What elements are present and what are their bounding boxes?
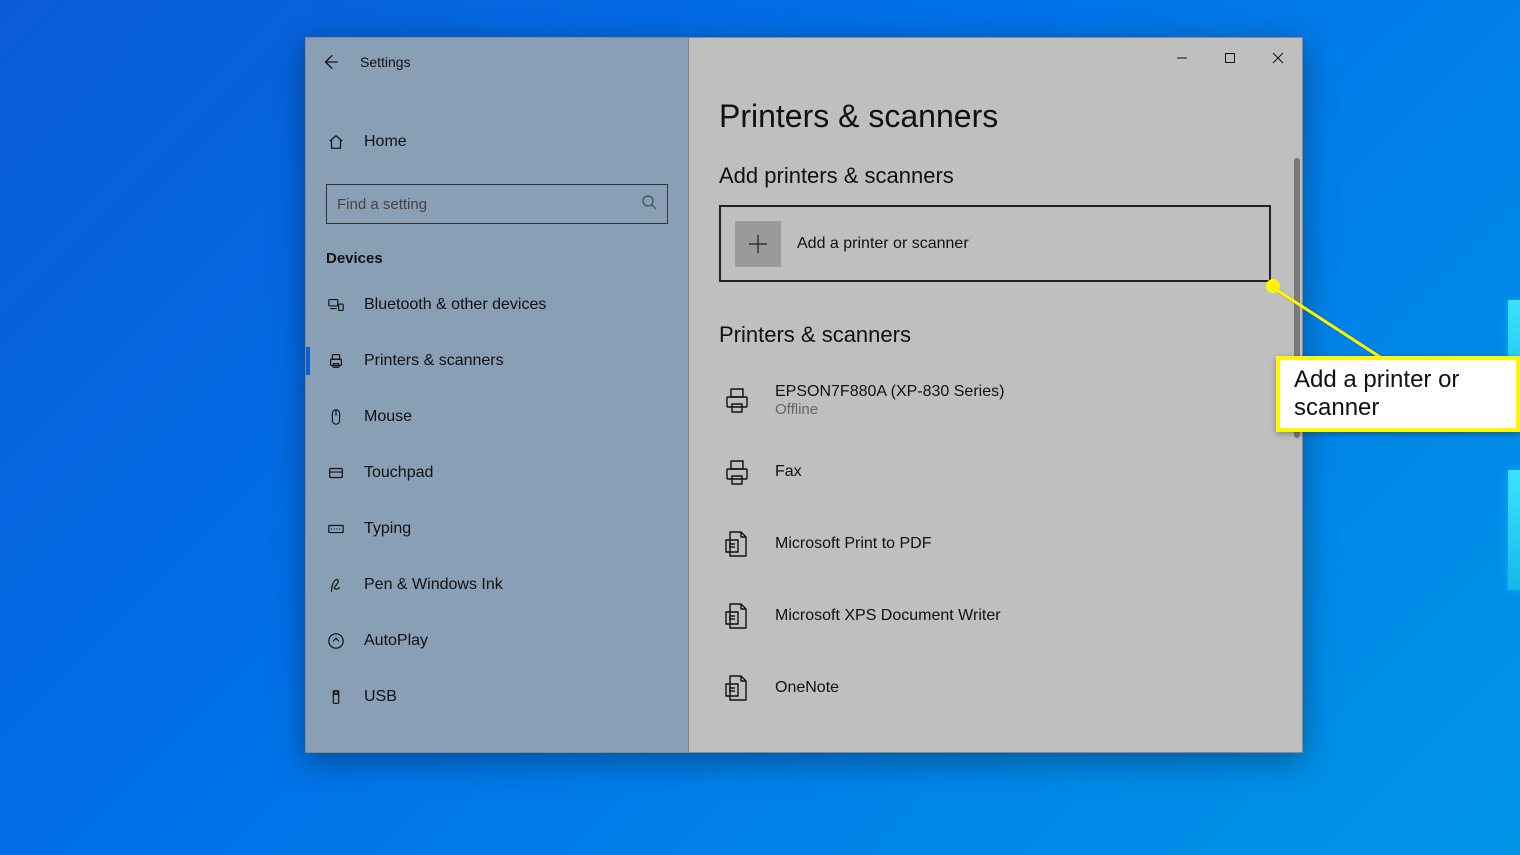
close-button[interactable] xyxy=(1254,38,1302,78)
settings-window: Settings Home Devices Bluetooth & other … xyxy=(305,37,1303,753)
sidebar-item-label: AutoPlay xyxy=(364,632,428,650)
titlebar: Settings xyxy=(306,38,688,86)
sidebar-item-usb[interactable]: USB xyxy=(306,669,688,725)
sidebar-item-printers-scanners[interactable]: Printers & scanners xyxy=(306,333,688,389)
window-controls xyxy=(1158,38,1302,78)
sidebar-item-mouse[interactable]: Mouse xyxy=(306,389,688,445)
search-icon xyxy=(641,194,657,215)
sidebar-item-label: Bluetooth & other devices xyxy=(364,296,546,314)
sidebar-item-icon xyxy=(326,408,346,426)
printer-icon xyxy=(719,385,755,415)
printer-status: Offline xyxy=(775,401,1004,418)
printer-item[interactable]: Microsoft XPS Document Writer xyxy=(719,580,1302,652)
sidebar-item-label: Typing xyxy=(364,520,411,538)
home-icon xyxy=(326,133,346,151)
sidebar-item-label: Pen & Windows Ink xyxy=(364,576,503,594)
nav-home[interactable]: Home xyxy=(306,118,688,166)
printers-section-header: Printers & scanners xyxy=(719,322,1302,348)
plus-icon xyxy=(735,221,781,267)
search-box[interactable] xyxy=(326,184,668,224)
sidebar-item-bluetooth-other-devices[interactable]: Bluetooth & other devices xyxy=(306,277,688,333)
sidebar-item-label: Mouse xyxy=(364,408,412,426)
printer-item[interactable]: OneNote xyxy=(719,652,1302,724)
printer-name: Fax xyxy=(775,463,802,481)
search-input[interactable] xyxy=(337,196,641,213)
callout-text: Add a printer or scanner xyxy=(1294,366,1459,421)
window-title: Settings xyxy=(360,54,411,70)
sidebar-item-pen-windows-ink[interactable]: Pen & Windows Ink xyxy=(306,557,688,613)
sidebar-item-icon xyxy=(326,352,346,370)
printer-icon xyxy=(719,457,755,487)
printer-name: EPSON7F880A (XP-830 Series) xyxy=(775,383,1004,401)
sidebar-item-touchpad[interactable]: Touchpad xyxy=(306,445,688,501)
page-title: Printers & scanners xyxy=(719,98,1302,135)
printer-item[interactable]: Fax xyxy=(719,436,1302,508)
content-pane: Printers & scanners Add printers & scann… xyxy=(689,38,1302,752)
document-icon xyxy=(719,529,755,559)
sidebar-item-icon xyxy=(326,520,346,538)
maximize-button[interactable] xyxy=(1206,38,1254,78)
sidebar: Settings Home Devices Bluetooth & other … xyxy=(306,38,689,752)
sidebar-item-autoplay[interactable]: AutoPlay xyxy=(306,613,688,669)
document-icon xyxy=(719,673,755,703)
callout-box: Add a printer or scanner xyxy=(1276,356,1520,432)
printer-name: Microsoft XPS Document Writer xyxy=(775,607,1001,625)
add-printer-button[interactable]: Add a printer or scanner xyxy=(719,205,1271,282)
sidebar-item-label: Touchpad xyxy=(364,464,433,482)
sidebar-item-icon xyxy=(326,464,346,482)
sidebar-section-header: Devices xyxy=(306,224,688,277)
desktop-accent xyxy=(1508,470,1520,590)
minimize-button[interactable] xyxy=(1158,38,1206,78)
nav-home-label: Home xyxy=(364,133,407,151)
printer-item[interactable]: EPSON7F880A (XP-830 Series)Offline xyxy=(719,364,1302,436)
back-button[interactable] xyxy=(306,38,354,86)
sidebar-item-label: Printers & scanners xyxy=(364,352,504,370)
add-section-header: Add printers & scanners xyxy=(719,163,1302,189)
sidebar-item-label: USB xyxy=(364,688,397,706)
printer-name: Microsoft Print to PDF xyxy=(775,535,931,553)
sidebar-item-icon xyxy=(326,688,346,706)
add-printer-label: Add a printer or scanner xyxy=(797,235,969,253)
document-icon xyxy=(719,601,755,631)
sidebar-item-icon xyxy=(326,296,346,314)
printer-item[interactable]: Microsoft Print to PDF xyxy=(719,508,1302,580)
sidebar-item-icon xyxy=(326,632,346,650)
sidebar-item-typing[interactable]: Typing xyxy=(306,501,688,557)
printer-name: OneNote xyxy=(775,679,839,697)
sidebar-item-icon xyxy=(326,576,346,594)
